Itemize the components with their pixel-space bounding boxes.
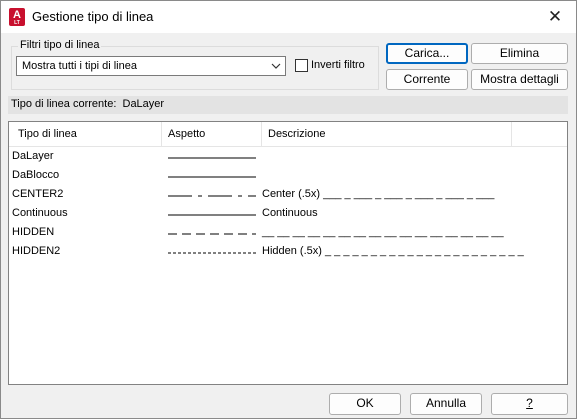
ok-button[interactable]: OK xyxy=(329,393,401,415)
delete-button[interactable]: Elimina xyxy=(471,43,568,64)
linetype-name: CENTER2 xyxy=(12,188,64,200)
linetype-name: HIDDEN xyxy=(12,226,55,238)
table-row[interactable]: DaBlocco xyxy=(9,167,567,186)
filter-selected-value: Mostra tutti i tipi di linea xyxy=(22,60,137,72)
table-row[interactable]: HIDDEN2 Hidden (.5x) _ _ _ _ _ _ _ _ _ _… xyxy=(9,243,567,262)
load-button[interactable]: Carica... xyxy=(386,43,468,64)
app-icon-sub: LT xyxy=(14,20,20,26)
current-button[interactable]: Corrente xyxy=(386,69,468,90)
table-row[interactable]: HIDDEN __ __ __ __ __ __ __ __ __ __ __ … xyxy=(9,224,567,243)
table-row[interactable]: Continuous Continuous xyxy=(9,205,567,224)
title-bar: A LT Gestione tipo di linea ✕ xyxy=(1,1,576,33)
linetype-name: Continuous xyxy=(12,207,68,219)
filter-group-label: Filtri tipo di linea xyxy=(18,39,102,51)
cancel-button[interactable]: Annulla xyxy=(410,393,482,415)
linetype-name: HIDDEN2 xyxy=(12,245,61,257)
table-row[interactable]: CENTER2 Center (.5x) ___ _ ___ _ ___ _ _… xyxy=(9,186,567,205)
linetype-pattern xyxy=(168,195,256,197)
column-header-linetype[interactable]: Tipo di linea xyxy=(12,122,162,146)
linetype-filter-dropdown[interactable]: Mostra tutti i tipi di linea xyxy=(16,56,286,76)
linetype-pattern xyxy=(168,233,256,235)
current-linetype-value: DaLayer xyxy=(122,98,165,110)
linetype-description: Center (.5x) ___ _ ___ _ ___ _ ___ _ ___… xyxy=(262,188,495,200)
linetype-description: __ __ __ __ __ __ __ __ __ __ __ __ __ _… xyxy=(262,226,504,238)
show-details-button[interactable]: Mostra dettagli xyxy=(471,69,568,90)
autocad-app-icon: A LT xyxy=(9,8,25,26)
list-header: Tipo di linea Aspetto Descrizione xyxy=(9,122,567,147)
linetype-list[interactable]: Tipo di linea Aspetto Descrizione DaLaye… xyxy=(8,121,568,385)
invert-filter-label[interactable]: Inverti filtro xyxy=(311,59,365,71)
linetype-pattern xyxy=(168,176,256,178)
current-linetype-text: Tipo di linea corrente: DaLayer xyxy=(11,98,164,110)
invert-filter-checkbox[interactable] xyxy=(295,59,308,72)
table-row[interactable]: DaLayer xyxy=(9,148,567,167)
linetype-pattern xyxy=(168,214,256,216)
chevron-down-icon xyxy=(271,59,281,76)
linetype-manager-dialog: A LT Gestione tipo di linea ✕ Filtri tip… xyxy=(0,0,577,419)
close-icon[interactable]: ✕ xyxy=(534,1,576,33)
linetype-name: DaLayer xyxy=(12,150,54,162)
column-header-appearance[interactable]: Aspetto xyxy=(162,122,262,146)
help-label: ? xyxy=(526,396,533,410)
linetype-description: Continuous xyxy=(262,207,318,219)
current-linetype-label: Tipo di linea corrente: xyxy=(11,98,117,110)
column-header-description[interactable]: Descrizione xyxy=(262,122,512,146)
linetype-name: DaBlocco xyxy=(12,169,60,181)
window-title: Gestione tipo di linea xyxy=(32,9,154,24)
linetype-pattern xyxy=(168,252,256,254)
help-button[interactable]: ? xyxy=(491,393,568,415)
linetype-pattern xyxy=(168,157,256,159)
linetype-description: Hidden (.5x) _ _ _ _ _ _ _ _ _ _ _ _ _ _… xyxy=(262,245,524,257)
